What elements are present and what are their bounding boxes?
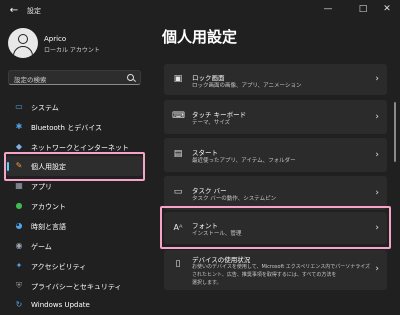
sidebar-item-label: ゲーム	[31, 243, 52, 251]
account-type: ローカル アカウント	[44, 47, 100, 54]
sidebar-item-time-language[interactable]: ◕ 時刻と言語	[6, 216, 143, 236]
bluetooth-icon: ✱	[15, 122, 23, 131]
taskbar-icon: ▭	[173, 187, 183, 197]
card-subtitle: インストール、管理	[192, 231, 242, 237]
device-usage-icon: ▯	[175, 259, 181, 269]
card-subtitle-line: 選択します。	[192, 280, 222, 286]
card-fonts[interactable]: Aᴬ フォント インストール、管理 ›	[164, 212, 387, 244]
card-subtitle: 最近使ったアプリ、アイテム、フォルダー	[192, 158, 296, 164]
card-subtitle: ロック画面の画像、アプリ、アニメーション	[192, 83, 302, 89]
sidebar-item-label: Windows Update	[31, 301, 90, 309]
fonts-icon: Aᴬ	[173, 223, 183, 232]
sidebar-item-network[interactable]: ◆ ネットワークとインターネット	[6, 137, 143, 157]
card-device-usage[interactable]: ▯ デバイスの使用状況 お使いのデバイスを使用して、Microsoft エクスペ…	[164, 250, 387, 290]
page-title: 個人用設定	[162, 28, 238, 46]
sidebar-item-windows-update[interactable]: ↻ Windows Update	[6, 295, 143, 315]
search-icon[interactable]	[127, 74, 134, 81]
network-icon: ◆	[15, 142, 23, 151]
clock-globe-icon: ◕	[15, 221, 23, 230]
maximize-button[interactable]: □	[354, 2, 372, 16]
chevron-right-icon: ›	[375, 188, 379, 198]
sidebar-item-label: プライバシーとセキュリティ	[31, 283, 122, 291]
account-icon: ●	[15, 201, 23, 210]
card-subtitle: テーマ、サイズ	[192, 120, 231, 126]
sidebar-item-gaming[interactable]: ◉ ゲーム	[6, 236, 143, 256]
sidebar-item-label: アクセシビリティ	[31, 263, 87, 271]
card-start[interactable]: ▤ スタート 最近使ったアプリ、アイテム、フォルダー ›	[164, 138, 387, 172]
lock-screen-icon: ▣	[173, 74, 183, 84]
sidebar-item-label: 時刻と言語	[31, 223, 66, 231]
avatar[interactable]	[8, 28, 38, 58]
keyboard-icon: ⌨	[172, 111, 185, 121]
avatar-body-icon	[13, 46, 33, 58]
chevron-right-icon: ›	[375, 150, 379, 160]
card-subtitle-line: お使いのデバイスを使用して、Microsoft エクスペリエンス内でパーソナライ…	[192, 264, 371, 270]
windows-update-icon: ↻	[15, 300, 23, 309]
app-title: 設定	[27, 7, 41, 15]
title-bar: ← 設定 — □ ✕	[0, 0, 400, 22]
scrollbar-thumb[interactable]	[394, 102, 396, 162]
chevron-right-icon: ›	[375, 264, 379, 274]
chevron-right-icon: ›	[375, 223, 379, 233]
sidebar-item-label: アカウント	[31, 203, 66, 211]
sidebar-item-label: ネットワークとインターネット	[31, 144, 129, 152]
monitor-icon: ▭	[15, 102, 23, 111]
card-touch-keyboard[interactable]: ⌨ タッチ キーボード テーマ、サイズ ›	[164, 100, 387, 134]
start-icon: ▤	[173, 149, 183, 159]
sidebar-item-label: アプリ	[31, 183, 52, 191]
minimize-button[interactable]: —	[319, 2, 337, 16]
sidebar-item-label: システム	[31, 104, 59, 112]
card-lock-screen[interactable]: ▣ ロック画面 ロック画面の画像、アプリ、アニメーション ›	[164, 64, 387, 95]
sidebar-item-label: Bluetooth とデバイス	[31, 124, 102, 132]
sidebar-item-accounts[interactable]: ● アカウント	[6, 196, 143, 216]
card-subtitle: タスク バーの動作、システムピン	[192, 196, 277, 202]
back-arrow-icon[interactable]: ←	[8, 5, 20, 17]
avatar-head-icon	[18, 34, 28, 44]
search-input[interactable]: 設定の検索	[8, 70, 141, 85]
card-subtitle-line: されたヒント、広告、推奨事項を取得するには、すべての方法を	[192, 272, 337, 278]
gamepad-icon: ◉	[15, 241, 23, 250]
shield-icon: ⛨	[16, 281, 22, 290]
chevron-right-icon: ›	[375, 74, 379, 84]
sidebar-item-personalization[interactable]: ✎ 個人用設定	[6, 156, 143, 176]
close-button[interactable]: ✕	[378, 2, 396, 16]
sidebar-item-privacy[interactable]: ⛨ プライバシーとセキュリティ	[6, 276, 143, 296]
sidebar-item-label: 個人用設定	[31, 163, 66, 171]
sidebar-item-bluetooth[interactable]: ✱ Bluetooth とデバイス	[6, 117, 143, 137]
sidebar-item-apps[interactable]: ▦ アプリ	[6, 176, 143, 196]
sidebar-item-accessibility[interactable]: ✦ アクセシビリティ	[6, 256, 143, 276]
accessibility-icon: ✦	[15, 261, 23, 270]
sidebar-item-system[interactable]: ▭ システム	[6, 97, 143, 117]
selection-indicator	[7, 162, 9, 171]
chevron-right-icon: ›	[375, 112, 379, 122]
brush-icon: ✎	[15, 161, 23, 170]
apps-icon: ▦	[15, 181, 23, 190]
card-taskbar[interactable]: ▭ タスク バー タスク バーの動作、システムピン ›	[164, 176, 387, 210]
search-placeholder: 設定の検索	[14, 76, 47, 84]
user-name: Aprico	[44, 35, 67, 43]
